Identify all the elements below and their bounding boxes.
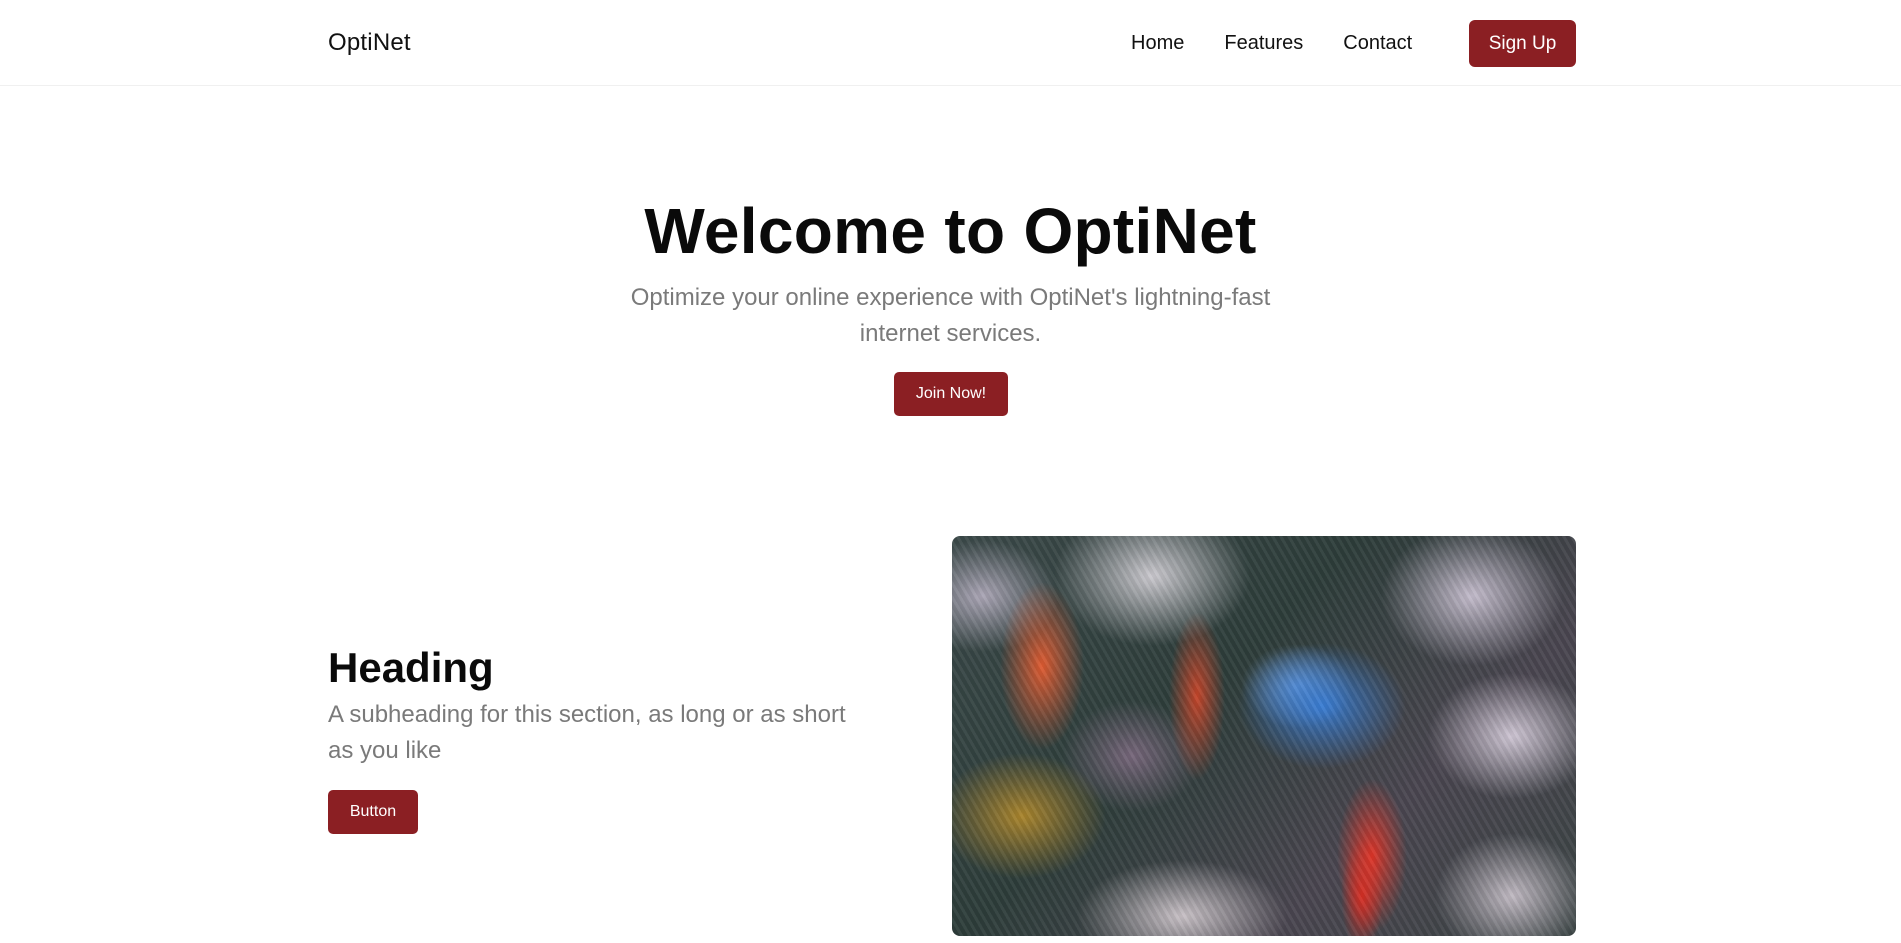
feature-image: [952, 536, 1576, 936]
join-now-button[interactable]: Join Now!: [894, 372, 1008, 416]
sign-up-button[interactable]: Sign Up: [1469, 20, 1576, 67]
nav-link-home[interactable]: Home: [1131, 28, 1184, 58]
section-heading: Heading: [328, 644, 494, 691]
logo-link[interactable]: OptiNet: [328, 28, 411, 58]
nav-link-features[interactable]: Features: [1224, 28, 1303, 58]
section-subheading: A subheading for this section, as long o…: [328, 701, 846, 764]
site-header: OptiNet Home Features Contact Sign Up: [0, 0, 1901, 86]
hero-subtitle: Optimize your online experience with Opt…: [630, 284, 1271, 347]
section-button[interactable]: Button: [328, 790, 418, 834]
nav-link-contact[interactable]: Contact: [1343, 28, 1412, 58]
main-nav: Home Features Contact: [1131, 28, 1452, 58]
hero-title: Welcome to OptiNet: [644, 195, 1257, 267]
